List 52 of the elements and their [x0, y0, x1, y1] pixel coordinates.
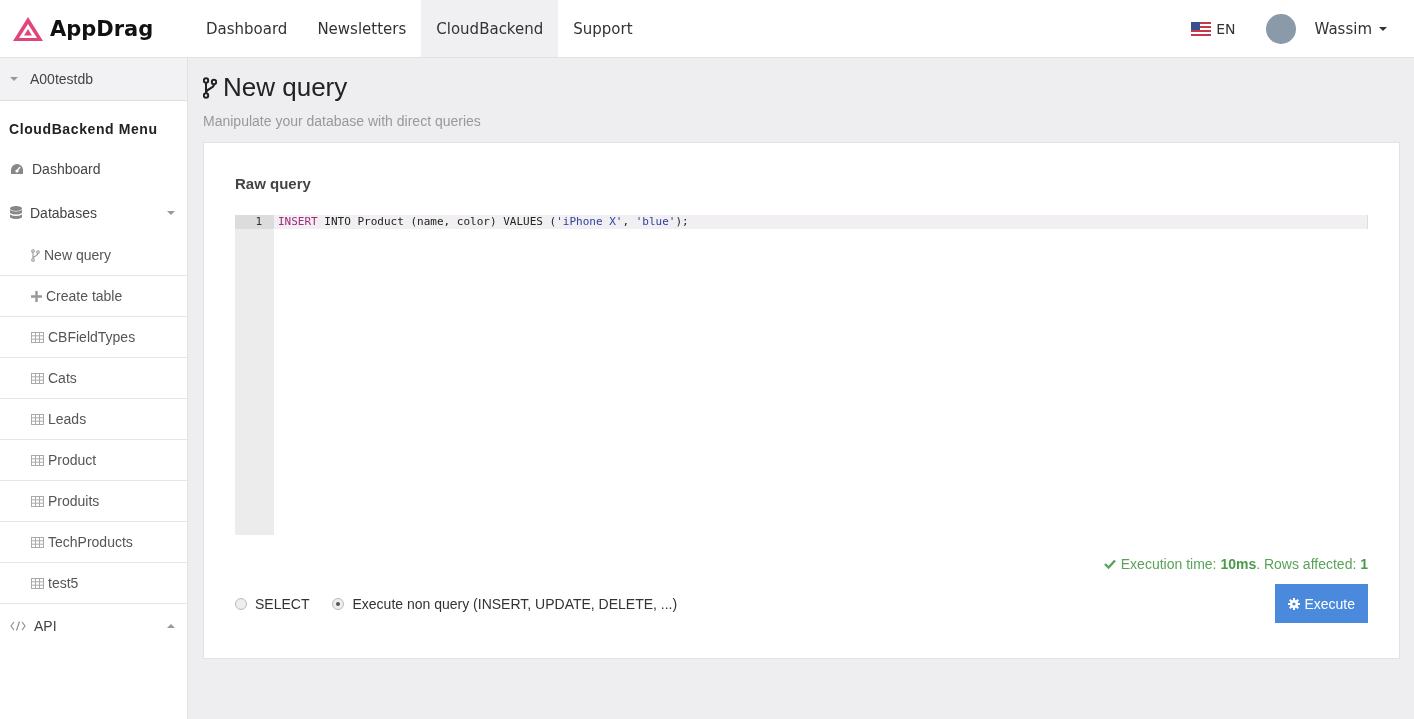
submenu-item[interactable]: Produits: [0, 481, 187, 522]
menu-item[interactable]: Databases: [0, 191, 187, 235]
triangle-logo-icon: [12, 15, 44, 42]
menu-title: CloudBackend Menu: [8, 120, 159, 139]
plus-icon: [31, 290, 42, 302]
appdrag-logo[interactable]: AppDrag: [0, 15, 191, 42]
radio-button[interactable]: [235, 597, 247, 610]
radio-option[interactable]: Execute non query (INSERT, UPDATE, DELETE, ...): [332, 595, 678, 612]
submenu-item[interactable]: New query: [0, 235, 187, 276]
radio-button[interactable]: [332, 597, 345, 610]
nav-tab[interactable]: CloudBackend: [421, 0, 559, 57]
nav-tab[interactable]: Dashboard: [191, 0, 303, 57]
radio-option[interactable]: SELECT: [235, 595, 310, 612]
page-subtitle: Manipulate your database with direct queries: [203, 113, 482, 129]
table-icon: [31, 536, 44, 548]
caret-icon: [1379, 26, 1387, 31]
submenu-item[interactable]: TechProducts: [0, 522, 187, 563]
line-number: 1: [235, 215, 274, 229]
table-icon: [31, 372, 44, 384]
table-icon: [31, 577, 44, 589]
table-icon: [31, 413, 44, 425]
nav-tab[interactable]: Newsletters: [302, 0, 422, 57]
submenu-item[interactable]: test5: [0, 563, 187, 604]
execution-status: Execution time: 10ms. Rows affected: 1: [1120, 556, 1368, 572]
database-icon: [10, 206, 22, 220]
code-editor[interactable]: 1 INSERT INTO Product (name, color) VALUES ('iPhone X', 'blue');: [235, 215, 1368, 535]
submenu-item[interactable]: CBFieldTypes: [0, 317, 187, 358]
speedometer-icon: [10, 163, 24, 175]
code-icon: [10, 621, 26, 631]
database-selector[interactable]: A00testdb: [0, 58, 187, 101]
section-heading: Raw query: [235, 175, 312, 192]
language-selector[interactable]: EN: [1191, 20, 1236, 37]
table-icon: [31, 495, 44, 507]
page-title: New query: [223, 72, 348, 103]
execute-button[interactable]: Execute: [1275, 584, 1368, 623]
branch-icon: [31, 248, 40, 262]
branch-icon: [203, 76, 217, 99]
submenu-item[interactable]: Product: [0, 440, 187, 481]
avatar: [1265, 13, 1296, 44]
submenu-item[interactable]: Create table: [0, 276, 187, 317]
menu-item[interactable]: Dashboard: [0, 147, 187, 191]
menu-item[interactable]: API: [0, 604, 187, 648]
submenu-item[interactable]: Cats: [0, 358, 187, 399]
user-menu[interactable]: Wassim: [1265, 13, 1387, 44]
submenu-item[interactable]: Leads: [0, 399, 187, 440]
check-icon: [1103, 559, 1116, 569]
gear-icon: [1288, 597, 1301, 610]
nav-tab[interactable]: Support: [558, 0, 648, 57]
caret-icon: [10, 77, 18, 81]
table-icon: [31, 331, 44, 343]
table-icon: [31, 454, 44, 466]
flag-icon: [1191, 21, 1212, 36]
